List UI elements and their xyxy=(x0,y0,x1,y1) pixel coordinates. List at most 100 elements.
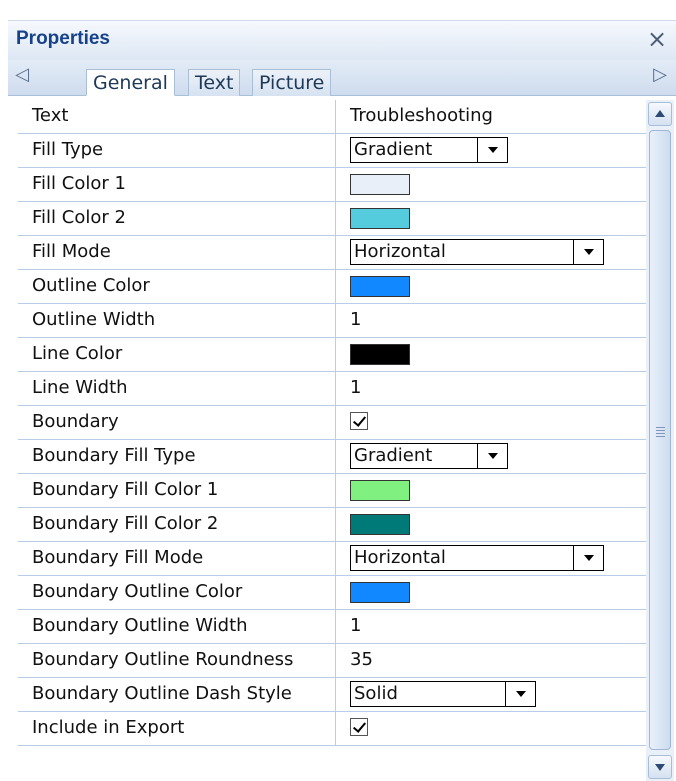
property-name: Outline Color xyxy=(18,270,336,303)
grip-icon xyxy=(656,427,665,437)
property-row[interactable]: Fill Color 2 xyxy=(18,202,646,236)
color-swatch[interactable] xyxy=(350,276,410,297)
scroll-down-icon[interactable] xyxy=(648,755,672,779)
scroll-up-icon[interactable] xyxy=(648,102,672,126)
property-value-cell[interactable]: Solid xyxy=(336,678,646,711)
checkbox[interactable] xyxy=(350,718,368,736)
color-swatch[interactable] xyxy=(350,208,410,229)
property-value-cell[interactable] xyxy=(336,202,646,235)
tab-general[interactable]: General xyxy=(86,69,175,96)
property-row[interactable]: Fill Type Gradient xyxy=(18,134,646,168)
color-swatch[interactable] xyxy=(350,582,410,603)
scroll-left-icon[interactable]: ◁ xyxy=(12,64,32,85)
property-value-cell[interactable]: 35 xyxy=(336,644,646,677)
property-row[interactable]: Boundary Fill Color 1 xyxy=(18,474,646,508)
dropdown-value: Solid xyxy=(354,683,398,704)
scroll-right-icon[interactable]: ▷ xyxy=(650,64,670,85)
property-row[interactable]: Fill Color 1 xyxy=(18,168,646,202)
property-name: Boundary Fill Mode xyxy=(18,542,336,575)
tab-picture[interactable]: Picture xyxy=(252,69,332,96)
property-dropdown[interactable]: Horizontal xyxy=(350,545,604,571)
dropdown-value: Horizontal xyxy=(354,547,446,568)
property-value-cell[interactable] xyxy=(336,508,646,541)
property-name: Fill Color 2 xyxy=(18,202,336,235)
property-value-cell[interactable] xyxy=(336,474,646,507)
scrollbar-thumb[interactable] xyxy=(649,130,671,750)
property-value-cell[interactable]: Horizontal xyxy=(336,236,646,269)
property-row[interactable]: Boundary Outline Color xyxy=(18,576,646,610)
property-value-cell[interactable] xyxy=(336,712,646,745)
property-name: Boundary Outline Roundness xyxy=(18,644,336,677)
dropdown-value: Gradient xyxy=(354,445,433,466)
property-row[interactable]: Text Troubleshooting xyxy=(18,100,646,134)
chevron-down-icon[interactable] xyxy=(573,240,603,264)
dropdown-value: Horizontal xyxy=(354,241,446,262)
property-value-cell[interactable]: 1 xyxy=(336,372,646,405)
property-dropdown[interactable]: Horizontal xyxy=(350,239,604,265)
property-name: Fill Color 1 xyxy=(18,168,336,201)
property-value-cell[interactable]: 1 xyxy=(336,304,646,337)
chevron-down-icon[interactable] xyxy=(505,682,535,706)
property-name: Boundary Fill Color 1 xyxy=(18,474,336,507)
property-value-cell[interactable] xyxy=(336,270,646,303)
property-name: Boundary Outline Dash Style xyxy=(18,678,336,711)
property-value[interactable]: 1 xyxy=(350,615,361,636)
property-row[interactable]: Line Width 1 xyxy=(18,372,646,406)
property-value[interactable]: 1 xyxy=(350,377,361,398)
property-row[interactable]: Boundary Outline Dash Style Solid xyxy=(18,678,646,712)
property-value-cell[interactable]: Horizontal xyxy=(336,542,646,575)
property-row[interactable]: Boundary xyxy=(18,406,646,440)
property-value-cell[interactable] xyxy=(336,406,646,439)
panel-title-bar: Properties × xyxy=(8,20,676,60)
property-value-cell[interactable] xyxy=(336,168,646,201)
property-name: Text xyxy=(18,100,336,133)
property-name: Boundary Outline Color xyxy=(18,576,336,609)
property-value[interactable]: Troubleshooting xyxy=(350,105,493,126)
close-icon[interactable]: × xyxy=(646,26,668,52)
color-swatch[interactable] xyxy=(350,174,410,195)
property-value-cell[interactable] xyxy=(336,338,646,371)
property-row[interactable]: Include in Export xyxy=(18,712,646,746)
property-row[interactable]: Fill Mode Horizontal xyxy=(18,236,646,270)
property-row[interactable]: Boundary Fill Type Gradient xyxy=(18,440,646,474)
properties-panel: Properties × ◁ General Text Picture ▷ Te… xyxy=(8,20,676,781)
property-row[interactable]: Boundary Outline Width 1 xyxy=(18,610,646,644)
chevron-down-icon[interactable] xyxy=(477,138,507,162)
property-name: Boundary Fill Type xyxy=(18,440,336,473)
panel-title: Properties xyxy=(16,28,110,49)
property-row[interactable]: Outline Color xyxy=(18,270,646,304)
property-row[interactable]: Boundary Fill Color 2 xyxy=(18,508,646,542)
property-name: Fill Mode xyxy=(18,236,336,269)
vertical-scrollbar[interactable] xyxy=(646,100,674,781)
property-value-cell[interactable]: Troubleshooting xyxy=(336,100,646,133)
property-row[interactable]: Boundary Outline Roundness 35 xyxy=(18,644,646,678)
property-value-cell[interactable]: 1 xyxy=(336,610,646,643)
property-name: Boundary xyxy=(18,406,336,439)
property-row[interactable]: Boundary Fill Mode Horizontal xyxy=(18,542,646,576)
property-value-cell[interactable]: Gradient xyxy=(336,440,646,473)
property-dropdown[interactable]: Gradient xyxy=(350,137,508,163)
property-value-cell[interactable]: Gradient xyxy=(336,134,646,167)
color-swatch[interactable] xyxy=(350,480,410,501)
chevron-down-icon[interactable] xyxy=(573,546,603,570)
property-row[interactable]: Line Color xyxy=(18,338,646,372)
property-value[interactable]: 1 xyxy=(350,309,361,330)
checkbox[interactable] xyxy=(350,412,368,430)
property-name: Boundary Outline Width xyxy=(18,610,336,643)
chevron-down-icon[interactable] xyxy=(477,444,507,468)
property-name: Outline Width xyxy=(18,304,336,337)
property-name: Include in Export xyxy=(18,712,336,745)
tab-text[interactable]: Text xyxy=(188,69,241,96)
color-swatch[interactable] xyxy=(350,514,410,535)
tab-strip: ◁ General Text Picture ▷ xyxy=(8,60,676,96)
color-swatch[interactable] xyxy=(350,344,410,365)
property-value-cell[interactable] xyxy=(336,576,646,609)
property-name: Line Width xyxy=(18,372,336,405)
property-dropdown[interactable]: Gradient xyxy=(350,443,508,469)
property-row[interactable]: Outline Width 1 xyxy=(18,304,646,338)
property-dropdown[interactable]: Solid xyxy=(350,681,536,707)
property-grid: Text Troubleshooting Fill Type Gradient Fill… xyxy=(18,100,646,781)
property-name: Fill Type xyxy=(18,134,336,167)
property-value[interactable]: 35 xyxy=(350,649,373,670)
property-name: Boundary Fill Color 2 xyxy=(18,508,336,541)
